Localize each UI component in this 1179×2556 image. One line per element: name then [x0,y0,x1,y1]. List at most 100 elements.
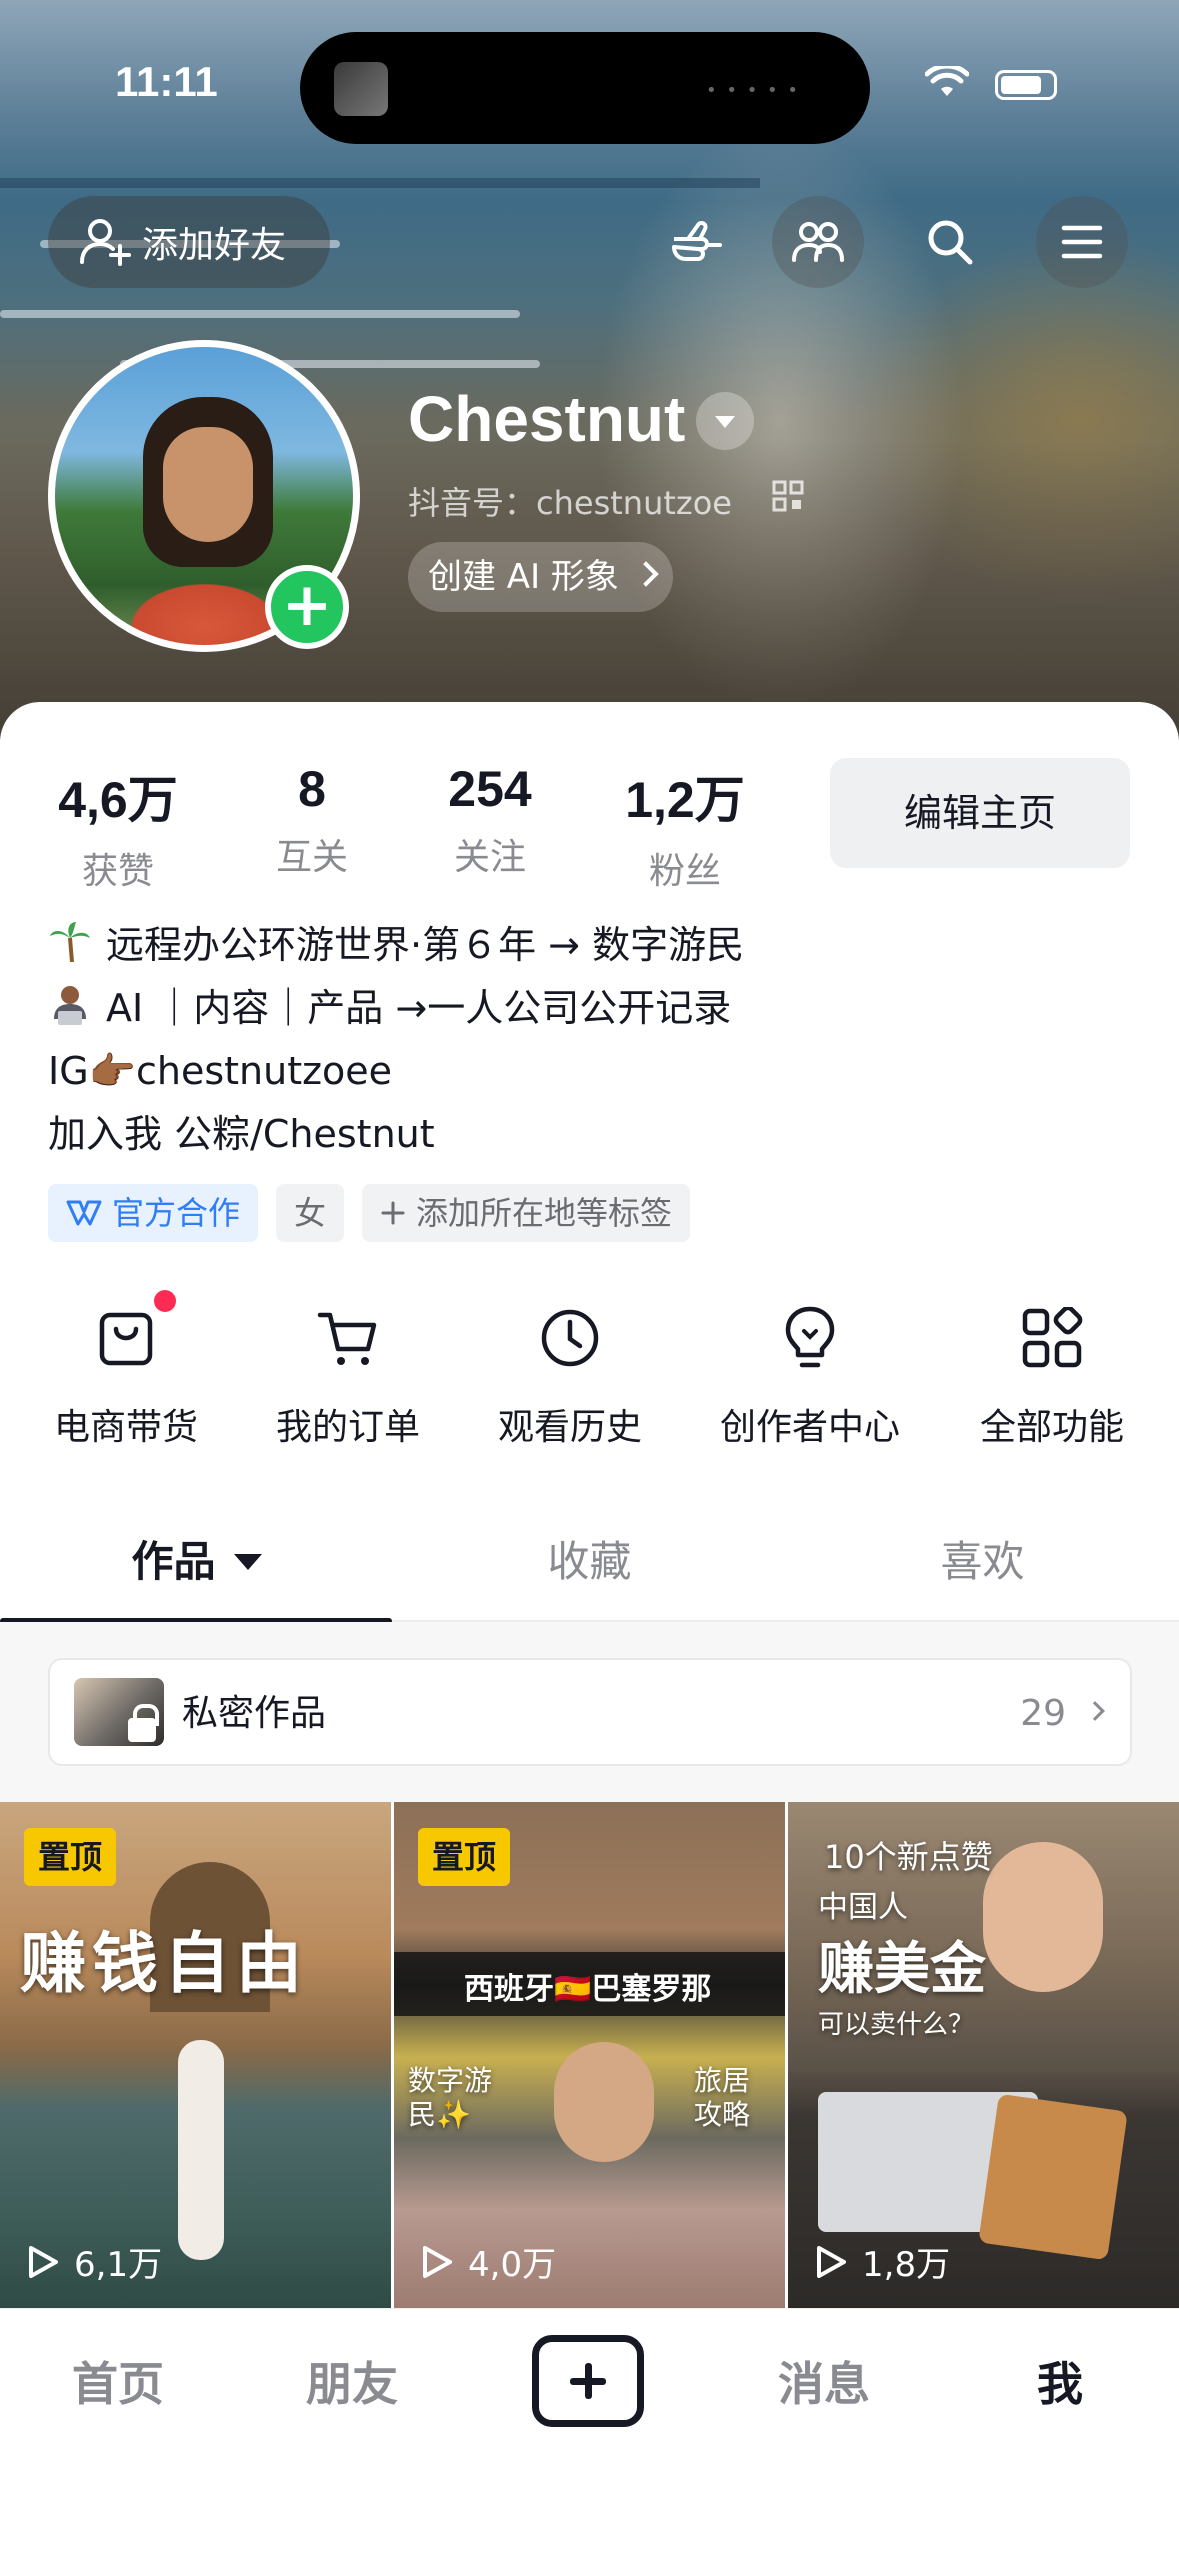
cover-horizon [0,178,760,188]
bio-line-3: IG👉🏾chestnutzoee [48,1049,393,1093]
chevron-right-icon [633,561,659,587]
stat-likes[interactable]: 4,6万 获赞 [48,760,188,894]
stat-label: 关注 [453,837,526,878]
profile-bio: 远程办公环游世界·第６年 → 数字游民 AI ｜内容｜产品 →一人公司公开记录 … [48,914,1138,1166]
plus-icon [381,1201,405,1225]
private-works-section: 私密作品 29 [0,1622,1179,1802]
audio-wave-icon: • • • • • [706,80,800,101]
cart-icon [317,1312,377,1365]
friends-button[interactable] [772,196,864,288]
add-friend-button[interactable]: 添加好友 [48,196,330,288]
shopping-bag-icon [99,1312,153,1366]
stat-followers[interactable]: 1,2万 粉丝 [614,760,756,894]
grid-icon [1022,1307,1083,1368]
private-works-count: 29 [1020,1693,1066,1734]
stat-value: 8 [298,761,326,817]
official-partner-tag[interactable]: 官方合作 [48,1184,259,1242]
view-count-value: 6,1万 [74,2245,163,2285]
profile-top-bar: 添加好友 [0,190,1179,300]
nav-me[interactable]: 我 [960,2309,1160,2459]
add-location-tag[interactable]: 添加所在地等标签 [362,1184,691,1242]
video-thumbnail[interactable]: 置顶 西班牙🇪🇸巴塞罗那 数字游民✨ 旅居攻略 4,0万 [394,1802,785,2312]
bio-line: 远程办公环游世界·第６年 → 数字游民 [48,914,1138,977]
private-works-row[interactable]: 私密作品 29 [48,1658,1132,1766]
dynamic-island: • • • • • [300,32,870,144]
palm-tree-icon [50,922,90,963]
create-ai-avatar-label: 创建 AI 形象 [428,557,619,597]
profile-header: + Chestnut 抖音号：chestnutzoe 创建 AI 形象 [0,330,1179,670]
nav-home[interactable]: 首页 [18,2309,218,2459]
private-works-thumbnail [74,1678,164,1746]
pinned-badge: 置顶 [24,1828,117,1886]
video-title-overlay: 赚钱自由 [20,1924,308,2002]
view-count-value: 4,0万 [468,2245,557,2285]
dropdown-triangle-icon [233,1554,262,1570]
battery-icon [995,70,1057,100]
profile-nickname: Chestnut [408,383,686,455]
shortcut-icon-wrap [248,1300,448,1376]
wifi-icon [925,66,969,96]
add-location-label: 添加所在地等标签 [416,1194,673,1232]
add-user-icon [80,219,131,266]
tab-works[interactable]: 作品 [0,1512,393,1612]
shortcut-creator-center[interactable]: 创作者中心 [710,1300,910,1450]
profile-content-sheet: 4,6万 获赞 8 互关 254 关注 1,2万 粉丝 编辑主页 远程办公环游世… [0,702,1179,2556]
account-switch-chevron-icon[interactable] [696,392,754,450]
qr-code-icon[interactable] [772,480,804,512]
menu-button[interactable] [1036,196,1128,288]
stat-label: 获赞 [81,851,154,892]
nav-messages[interactable]: 消息 [724,2309,924,2459]
tab-favorites[interactable]: 收藏 [393,1512,786,1612]
video-caption-right: 旅居攻略 [694,2064,751,2131]
shortcut-my-orders[interactable]: 我的订单 [248,1300,448,1450]
create-ai-avatar-button[interactable]: 创建 AI 形象 [408,542,673,612]
hamburger-menu-icon [1061,225,1103,259]
person-figure [178,2040,224,2260]
stat-value: 1,2万 [625,772,745,828]
avatar-face [163,427,253,542]
shortcut-icon-wrap [470,1300,670,1376]
view-count: 4,0万 [420,2237,556,2286]
official-partner-label: 官方合作 [112,1194,241,1232]
shortcut-all-features[interactable]: 全部功能 [952,1300,1152,1450]
bio-line: AI ｜内容｜产品 →一人公司公开记录 [48,977,1138,1040]
shortcut-label: 电商带货 [53,1407,198,1448]
bio-line-1: 远程办公环游世界·第６年 → 数字游民 [106,923,745,967]
video-caption-top: 中国人 [818,1890,908,1925]
video-title-overlay: 赚美金 [818,1936,986,2002]
stat-following[interactable]: 254 关注 [425,760,555,880]
notification-dot [154,1290,176,1312]
video-title-overlay: 西班牙🇪🇸巴塞罗那 [464,1972,712,2007]
search-button[interactable] [904,196,996,288]
shortcut-label: 全部功能 [979,1407,1124,1448]
add-story-plus-icon[interactable]: + [265,565,349,649]
view-count: 6,1万 [26,2237,162,2286]
stat-label: 互关 [275,837,348,878]
bottom-navigation: 首页 朋友 消息 我 [0,2308,1179,2556]
video-grid: 置顶 赚钱自由 6,1万 置顶 西班牙🇪🇸巴塞罗那 数字游民✨ 旅居攻略 4,0… [0,1802,1179,2312]
chevron-right-icon [1085,1701,1105,1721]
bio-line-2: AI ｜内容｜产品 →一人公司公开记录 [106,986,732,1030]
create-post-plus-icon[interactable] [532,2335,644,2427]
person-face [983,1842,1103,1992]
edit-profile-button[interactable]: 编辑主页 [830,758,1130,868]
shortcut-ecommerce[interactable]: 电商带货 [26,1290,226,1450]
stat-mutual[interactable]: 8 互关 [252,760,372,880]
tab-likes[interactable]: 喜欢 [786,1512,1179,1612]
video-caption-bottom: 可以卖什么？ [818,2010,975,2040]
tab-label: 作品 [131,1537,216,1586]
douyin-id[interactable]: 抖音号：chestnutzoe [408,478,732,524]
stat-label: 粉丝 [648,851,721,892]
video-thumbnail[interactable]: 置顶 赚钱自由 6,1万 [0,1802,391,2312]
shortcut-icon-wrap [26,1290,226,1376]
tablet [978,2093,1128,2261]
view-count: 1,8万 [814,2237,950,2286]
video-thumbnail[interactable]: 10个新点赞 中国人 赚美金 可以卖什么？ 1,8万 [788,1802,1179,2312]
cover-wave [0,310,520,318]
video-caption-left: 数字游民✨ [408,2064,493,2131]
nav-friends[interactable]: 朋友 [252,2309,452,2459]
hand-point-icon [672,221,722,261]
search-icon [928,220,973,265]
visitor-gesture-button[interactable] [650,196,742,288]
shortcut-watch-history[interactable]: 观看历史 [470,1300,670,1450]
